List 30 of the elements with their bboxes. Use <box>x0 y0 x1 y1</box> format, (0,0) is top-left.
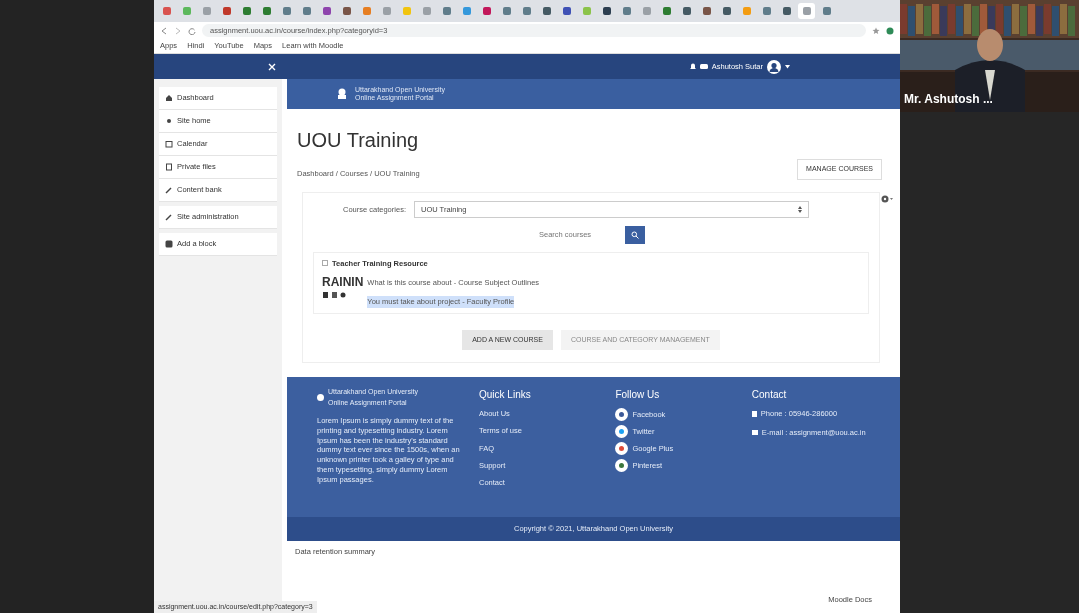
file-icon <box>165 163 173 171</box>
course-image-text: RAININ <box>322 274 364 291</box>
close-icon[interactable] <box>268 62 276 71</box>
star-icon[interactable] <box>872 26 880 35</box>
caret-icon[interactable] <box>785 64 790 69</box>
chat-icon[interactable] <box>699 63 708 70</box>
home-icon <box>165 94 173 102</box>
footer-heading: Contact <box>751 388 788 402</box>
bell-icon[interactable] <box>689 63 696 70</box>
gear-icon[interactable] <box>881 194 893 203</box>
logo-icon <box>317 394 324 401</box>
avatar-icon[interactable] <box>767 59 781 74</box>
dropdown-icon <box>798 205 802 213</box>
mail-icon <box>751 430 758 436</box>
calendar-icon <box>165 140 173 148</box>
search-button[interactable] <box>625 225 645 244</box>
reload-icon[interactable] <box>188 26 196 35</box>
footer-heading: Follow Us <box>615 388 661 402</box>
footer-heading: Quick Links <box>479 388 532 402</box>
collapse-icon[interactable] <box>322 260 328 267</box>
course-image-icons <box>322 291 348 299</box>
back-icon[interactable] <box>160 26 168 35</box>
pencil-icon <box>165 186 173 194</box>
participant-name: Mr. Ashutosh ... <box>904 91 993 108</box>
search-icon <box>631 230 639 239</box>
phone-icon <box>751 410 757 417</box>
page-title: UOU Training <box>297 128 420 153</box>
dot-icon <box>165 117 173 125</box>
extension-icon[interactable] <box>886 26 894 35</box>
logo-icon <box>337 88 347 100</box>
